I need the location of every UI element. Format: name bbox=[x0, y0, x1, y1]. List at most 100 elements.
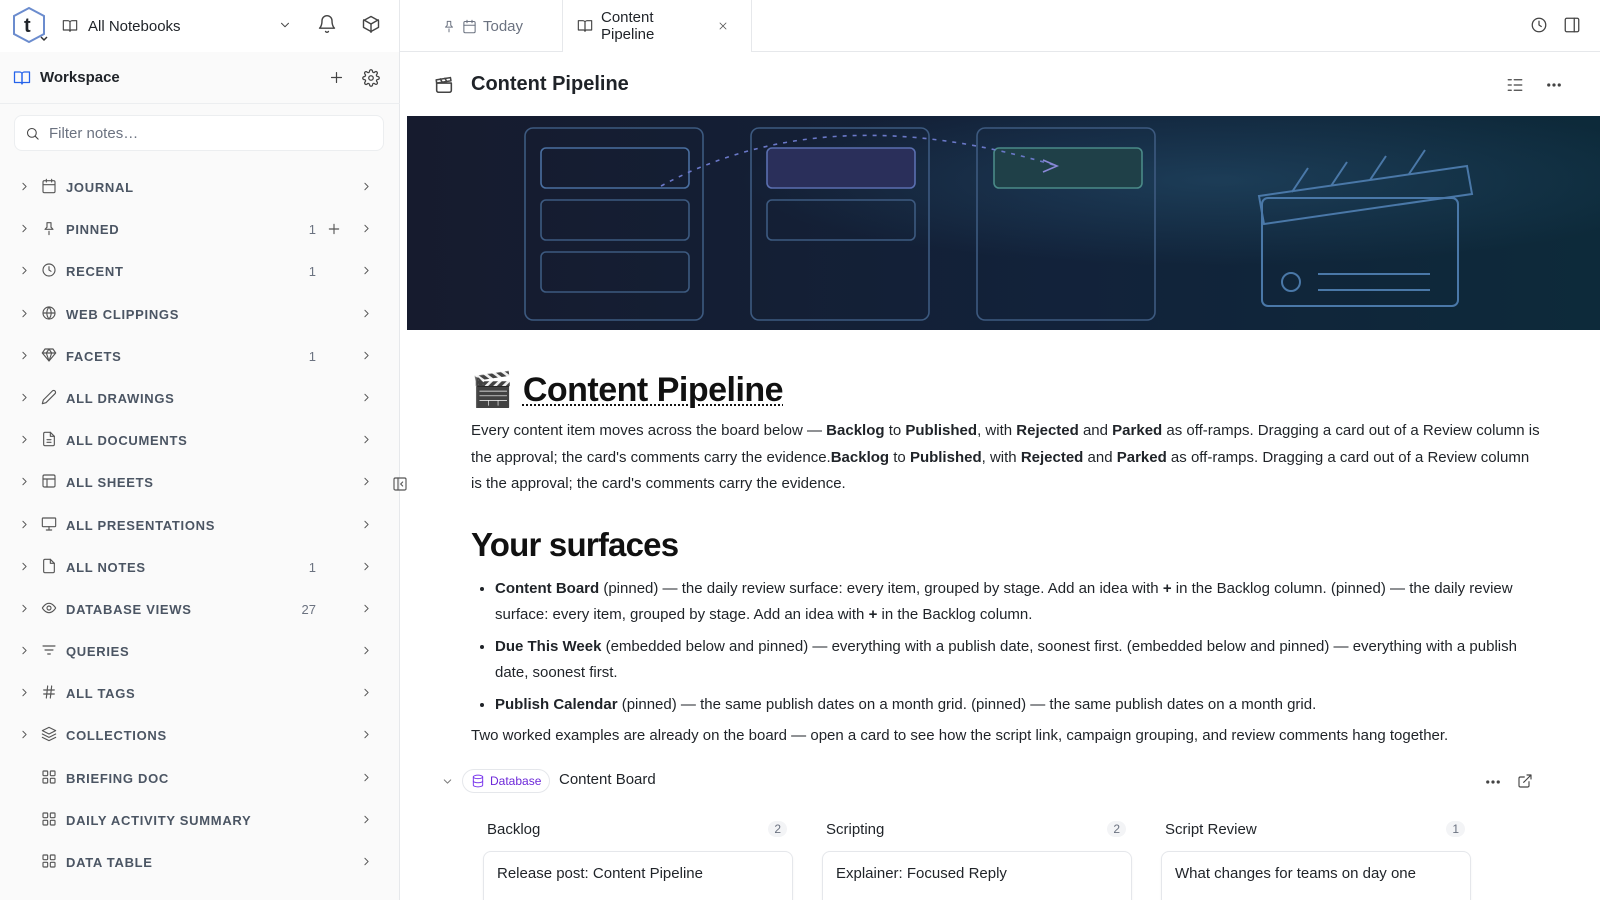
open-external-icon[interactable] bbox=[1517, 773, 1533, 789]
tab-content-pipeline[interactable]: Content Pipeline bbox=[562, 0, 752, 52]
notifications-bell-icon[interactable] bbox=[317, 14, 337, 34]
cube-icon[interactable] bbox=[361, 14, 381, 34]
sidebar-item-all-drawings[interactable]: ALL DRAWINGS bbox=[0, 377, 400, 419]
examples-paragraph: Two worked examples are already on the b… bbox=[471, 727, 1449, 744]
add-icon[interactable] bbox=[328, 69, 345, 86]
board-card[interactable]: What changes for teams on day one bbox=[1161, 851, 1471, 900]
chevron-right-icon[interactable] bbox=[360, 264, 373, 277]
chevron-right-icon[interactable] bbox=[360, 855, 373, 868]
chevron-right-icon[interactable] bbox=[18, 349, 31, 362]
chevron-right-icon[interactable] bbox=[18, 264, 31, 277]
chevron-right-icon[interactable] bbox=[18, 475, 31, 488]
document-title[interactable]: Content Pipeline bbox=[523, 371, 784, 410]
chevron-right-icon[interactable] bbox=[18, 602, 31, 615]
sidebar-item-facets[interactable]: FACETS 1 bbox=[0, 335, 400, 377]
grid-icon bbox=[41, 811, 57, 827]
sidebar-item-label: ALL NOTES bbox=[66, 559, 146, 575]
chevron-right-icon[interactable] bbox=[18, 686, 31, 699]
chevron-right-icon[interactable] bbox=[18, 644, 31, 657]
clapper-emoji: 🎬 bbox=[471, 371, 513, 409]
right-panel-toggle-icon[interactable] bbox=[1563, 16, 1581, 34]
board-card[interactable]: Release post: Content Pipeline bbox=[483, 851, 793, 900]
sidebar-item-label: WEB CLIPPINGS bbox=[66, 306, 180, 322]
gear-icon[interactable] bbox=[362, 69, 380, 87]
sidebar-item-all-notes[interactable]: ALL NOTES 1 bbox=[0, 546, 400, 588]
board-column-scripting: Scripting 2 Explainer: Focused Reply bbox=[822, 814, 1132, 900]
sidebar-item-label: DATABASE VIEWS bbox=[66, 601, 192, 617]
tab-content-pipeline-label: Content Pipeline bbox=[601, 9, 655, 43]
pin-icon bbox=[442, 19, 456, 33]
chevron-right-icon[interactable] bbox=[360, 771, 373, 784]
chevron-right-icon[interactable] bbox=[360, 222, 373, 235]
sidebar-item-pinned[interactable]: PINNED 1 bbox=[0, 208, 400, 250]
close-icon[interactable] bbox=[717, 20, 729, 32]
sidebar-item-all-sheets[interactable]: ALL SHEETS bbox=[0, 461, 400, 503]
chevron-right-icon[interactable] bbox=[18, 728, 31, 741]
chevron-right-icon[interactable] bbox=[18, 560, 31, 573]
column-header: Backlog 2 bbox=[483, 814, 793, 844]
book-open-icon bbox=[13, 69, 31, 87]
chevron-right-icon[interactable] bbox=[360, 728, 373, 741]
filter-notes-input[interactable] bbox=[49, 124, 369, 142]
presentation-icon bbox=[41, 516, 57, 532]
more-options-icon[interactable] bbox=[1545, 76, 1563, 94]
sidebar-item-database-views[interactable]: DATABASE VIEWS 27 bbox=[0, 588, 400, 630]
chevron-right-icon[interactable] bbox=[18, 391, 31, 404]
chevron-down-icon[interactable] bbox=[441, 775, 454, 788]
chevron-right-icon[interactable] bbox=[360, 475, 373, 488]
chevron-right-icon[interactable] bbox=[18, 433, 31, 446]
chevron-right-icon[interactable] bbox=[18, 222, 31, 235]
collapse-sidebar-icon[interactable] bbox=[392, 476, 408, 492]
chevron-right-icon[interactable] bbox=[360, 349, 373, 362]
database-title[interactable]: Content Board bbox=[559, 771, 656, 788]
chevron-right-icon[interactable] bbox=[360, 518, 373, 531]
chevron-right-icon[interactable] bbox=[18, 518, 31, 531]
sidebar-item-recent[interactable]: RECENT 1 bbox=[0, 250, 400, 292]
chevron-down-icon bbox=[278, 18, 292, 32]
sidebar-item-data-table[interactable]: DATA TABLE bbox=[0, 841, 400, 883]
sidebar-item-all-tags[interactable]: ALL TAGS bbox=[0, 672, 400, 714]
document-icon bbox=[41, 431, 57, 447]
add-icon[interactable] bbox=[326, 221, 342, 237]
chevron-right-icon[interactable] bbox=[360, 686, 373, 699]
column-count: 2 bbox=[1107, 821, 1126, 837]
sidebar-item-journal[interactable]: JOURNAL bbox=[0, 166, 400, 208]
item-count: 1 bbox=[308, 222, 316, 238]
workspace-title[interactable]: Workspace bbox=[40, 69, 120, 86]
chevron-right-icon[interactable] bbox=[360, 391, 373, 404]
chevron-right-icon[interactable] bbox=[18, 307, 31, 320]
layers-icon bbox=[41, 726, 57, 742]
board-card[interactable]: Explainer: Focused Reply bbox=[822, 851, 1132, 900]
column-count: 2 bbox=[768, 821, 787, 837]
sidebar-item-web-clippings[interactable]: WEB CLIPPINGS bbox=[0, 293, 400, 335]
chevron-right-icon[interactable] bbox=[360, 560, 373, 573]
sidebar-item-all-presentations[interactable]: ALL PRESENTATIONS bbox=[0, 504, 400, 546]
app-logo[interactable]: t bbox=[8, 4, 50, 46]
sidebar-item-collections[interactable]: COLLECTIONS bbox=[0, 714, 400, 756]
chevron-right-icon[interactable] bbox=[360, 180, 373, 193]
chevron-right-icon[interactable] bbox=[360, 644, 373, 657]
column-header: Scripting 2 bbox=[822, 814, 1132, 844]
sidebar-item-label: COLLECTIONS bbox=[66, 728, 167, 744]
sidebar-item-queries[interactable]: QUERIES bbox=[0, 630, 400, 672]
book-icon bbox=[62, 18, 78, 34]
sidebar-item-label: ALL DOCUMENTS bbox=[66, 433, 188, 449]
notebook-selector[interactable]: All Notebooks bbox=[62, 10, 298, 42]
sidebar-item-briefing-doc[interactable]: BRIEFING DOC bbox=[0, 757, 400, 799]
sidebar: Workspace JOURNAL PINNED 1 bbox=[0, 52, 400, 900]
more-options-icon[interactable] bbox=[1484, 773, 1502, 791]
history-clock-icon[interactable] bbox=[1530, 16, 1548, 34]
item-count: 1 bbox=[308, 559, 316, 575]
chevron-right-icon[interactable] bbox=[360, 602, 373, 615]
chevron-right-icon[interactable] bbox=[18, 180, 31, 193]
sidebar-item-all-documents[interactable]: ALL DOCUMENTS bbox=[0, 419, 400, 461]
chevron-right-icon[interactable] bbox=[360, 433, 373, 446]
document-body: 🎬 Content Pipeline Every content item mo… bbox=[471, 370, 1541, 749]
table-of-contents-icon[interactable] bbox=[1506, 76, 1524, 94]
workspace-header: Workspace bbox=[0, 52, 400, 104]
chevron-right-icon[interactable] bbox=[360, 813, 373, 826]
sidebar-item-daily-activity-summary[interactable]: DAILY ACTIVITY SUMMARY bbox=[0, 799, 400, 841]
chevron-right-icon[interactable] bbox=[360, 307, 373, 320]
book-icon bbox=[577, 18, 593, 34]
tab-today[interactable]: Today bbox=[428, 0, 537, 52]
